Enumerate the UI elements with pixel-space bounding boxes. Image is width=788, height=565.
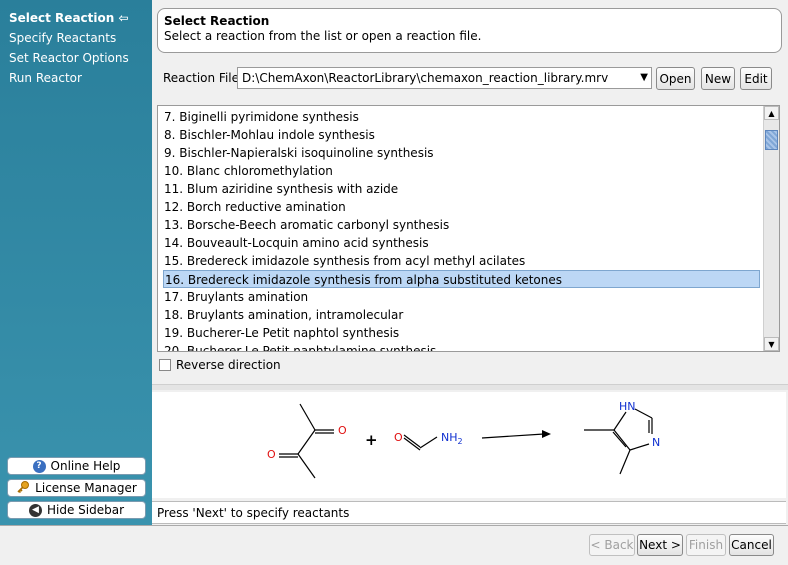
reaction-arrow [481,430,551,439]
vertical-scrollbar[interactable]: ▲ ▼ [763,106,779,351]
open-button[interactable]: Open [656,67,695,90]
hide-sidebar-label: Hide Sidebar [46,503,125,517]
status-bar: Press 'Next' to specify reactants [152,501,786,524]
status-text: Press 'Next' to specify reactants [157,506,350,520]
page-subtitle: Select a reaction from the list or open … [164,29,482,43]
list-item[interactable]: 16. Bredereck imidazole synthesis from a… [163,270,760,288]
scroll-thumb[interactable] [765,130,778,150]
sidebar-item-run-reactor[interactable]: Run Reactor [9,71,82,85]
list-item[interactable]: 13. Borsche-Beech aromatic carbonyl synt… [163,216,760,234]
new-button[interactable]: New [701,67,735,90]
scroll-down-icon[interactable]: ▼ [764,337,779,351]
formamide-structure [403,434,438,451]
list-item[interactable]: 8. Bischler-Mohlau indole synthesis [163,126,760,144]
sidebar-item-set-reactor-options[interactable]: Set Reactor Options [9,51,129,65]
list-item[interactable]: 19. Bucherer-Le Petit naphtol synthesis [163,324,760,342]
dropdown-arrow-icon[interactable]: ▼ [640,72,648,83]
oxygen-label: O [394,431,403,444]
sidebar: Select Reaction ⇦ Specify Reactants Set … [0,0,152,525]
reverse-direction-checkbox[interactable]: Reverse direction [159,358,281,372]
sidebar-item-specify-reactants[interactable]: Specify Reactants [9,31,116,45]
list-item[interactable]: 10. Blanc chloromethylation [163,162,760,180]
edit-button[interactable]: Edit [740,67,772,90]
finish-button[interactable]: Finish [686,534,726,556]
reaction-file-label: Reaction File: [163,71,244,85]
checkbox-box[interactable] [159,359,171,371]
cancel-button[interactable]: Cancel [729,534,774,556]
reaction-file-path: D:\ChemAxon\ReactorLibrary\chemaxon_reac… [242,71,609,85]
imidazole-structure [584,408,653,475]
list-item[interactable]: 12. Borch reductive amination [163,198,760,216]
back-button[interactable]: < Back [589,534,635,556]
list-item[interactable]: 11. Blum aziridine synthesis with azide [163,180,760,198]
scroll-up-icon[interactable]: ▲ [764,106,779,120]
hide-sidebar-button[interactable]: ◀ Hide Sidebar [7,501,146,519]
license-manager-label: License Manager [35,481,137,495]
help-icon: ? [32,459,46,473]
butanedione-structure [279,403,334,479]
page-title: Select Reaction [164,14,270,28]
back-arrow-icon: ◀ [28,503,42,517]
oxygen-label: O [338,424,347,437]
reaction-preview: O O + O NH2 HN N [152,392,786,498]
list-item[interactable]: 20. Bucherer-Le Petit naphtylamine synth… [163,342,760,351]
license-manager-button[interactable]: License Manager [7,479,146,497]
list-item[interactable]: 14. Bouveault-Locquin amino acid synthes… [163,234,760,252]
online-help-button[interactable]: ? Online Help [7,457,146,475]
amine-label: NH2 [441,431,463,446]
imidazole-n-label: N [652,436,660,449]
list-item[interactable]: 7. Biginelli pyrimidone synthesis [163,108,760,126]
online-help-label: Online Help [50,459,121,473]
sidebar-item-select-reaction[interactable]: Select Reaction ⇦ [9,11,129,25]
list-item[interactable]: 17. Bruylants amination [163,288,760,306]
reaction-list[interactable]: 7. Biginelli pyrimidone synthesis 8. Bisc… [157,105,780,352]
key-icon [16,480,30,497]
imidazole-nh-label: HN [619,400,636,413]
reaction-scheme: O O + O NH2 HN N [267,400,660,479]
list-item[interactable]: 15. Bredereck imidazole synthesis from a… [163,252,760,270]
plus-sign: + [365,431,378,449]
list-item[interactable]: 9. Bischler-Napieralski isoquinoline syn… [163,144,760,162]
reaction-file-combo[interactable]: D:\ChemAxon\ReactorLibrary\chemaxon_reac… [237,67,652,89]
list-item[interactable]: 18. Bruylants amination, intramolecular [163,306,760,324]
next-button[interactable]: Next > [637,534,683,556]
splitter[interactable] [152,384,788,390]
reverse-direction-label: Reverse direction [176,358,281,372]
header-box: Select Reaction Select a reaction from t… [157,8,782,53]
oxygen-label: O [267,448,276,461]
